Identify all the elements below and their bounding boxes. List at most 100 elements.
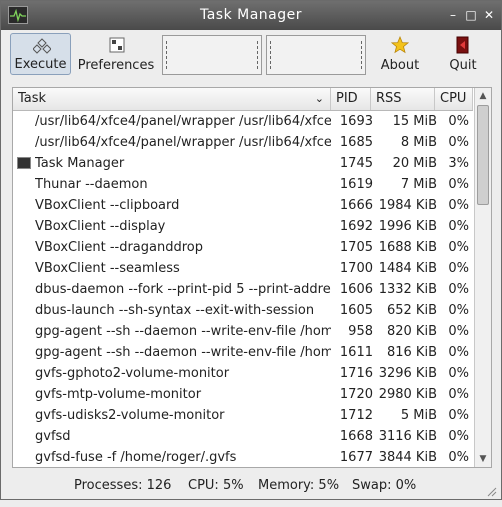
cell-cpu: 0%: [448, 366, 469, 381]
cell-rss: 1484 KiB: [378, 261, 437, 276]
cell-pid: 1605: [339, 303, 373, 318]
table-row[interactable]: dbus-daemon --fork --print-pid 5 --print…: [13, 279, 473, 300]
table-row[interactable]: gvfs-udisks2-volume-monitor 1712 5 MiB 0%: [13, 405, 473, 426]
cell-cpu: 0%: [448, 177, 469, 192]
cell-rss: 5 MiB: [400, 408, 437, 423]
cpu-meter: [162, 35, 262, 75]
cell-pid: 1716: [339, 366, 373, 381]
status-cpu: CPU: 5%: [188, 478, 244, 493]
table-body: /usr/lib64/xfce4/panel/wrapper /usr/lib6…: [13, 111, 473, 467]
vertical-scrollbar[interactable]: ▲ ▼: [474, 88, 491, 467]
table-row[interactable]: VBoxClient --display 1692 1996 KiB 0%: [13, 216, 473, 237]
cell-cpu: 3%: [448, 156, 469, 171]
table-row[interactable]: gvfsd 1668 3116 KiB 0%: [13, 426, 473, 447]
about-button[interactable]: About: [375, 33, 425, 75]
cell-task: VBoxClient --seamless: [35, 261, 180, 276]
cell-pid: 1692: [339, 219, 373, 234]
toolbar: Execute Preferences About Quit: [1, 30, 501, 80]
cell-cpu: 0%: [448, 429, 469, 444]
maximize-icon[interactable]: □: [463, 7, 479, 23]
cell-task: gvfs-mtp-volume-monitor: [35, 387, 202, 402]
table-row[interactable]: /usr/lib64/xfce4/panel/wrapper /usr/lib6…: [13, 132, 473, 153]
cell-rss: 20 MiB: [392, 156, 437, 171]
cell-task: VBoxClient --draganddrop: [35, 240, 203, 255]
column-header-cpu[interactable]: CPU: [435, 88, 473, 110]
about-label: About: [380, 58, 420, 73]
table-row[interactable]: gvfsd-fuse -f /home/roger/.gvfs 1677 3844 …: [13, 447, 473, 467]
cell-rss: 1984 KiB: [378, 198, 437, 213]
cell-cpu: 0%: [448, 219, 469, 234]
chevron-down-icon: ⌄: [314, 92, 324, 105]
cell-rss: 3296 KiB: [378, 366, 437, 381]
column-header-pid[interactable]: PID: [331, 88, 371, 110]
scroll-up-icon[interactable]: ▲: [477, 91, 489, 101]
cell-task: /usr/lib64/xfce4/panel/wrapper /usr/lib6…: [35, 135, 331, 150]
title-bar[interactable]: Task Manager – □ ✕: [1, 1, 501, 30]
table-row[interactable]: dbus-launch --sh-syntax --exit-with-sess…: [13, 300, 473, 321]
cell-task: VBoxClient --display: [35, 219, 166, 234]
cell-pid: 1611: [339, 345, 373, 360]
star-icon: [390, 35, 410, 58]
column-header-cpu-label: CPU: [440, 91, 467, 106]
column-header-rss[interactable]: RSS: [371, 88, 435, 110]
cell-rss: 3116 KiB: [378, 429, 437, 444]
quit-label: Quit: [449, 58, 477, 73]
close-icon[interactable]: ✕: [481, 7, 497, 23]
execute-button[interactable]: Execute: [10, 33, 71, 75]
scroll-down-icon[interactable]: ▼: [477, 454, 489, 464]
table-row[interactable]: gvfs-gphoto2-volume-monitor 1716 3296 KiB 0…: [13, 363, 473, 384]
cell-pid: 1712: [339, 408, 373, 423]
cell-task: gpg-agent --sh --daemon --write-env-file…: [35, 345, 331, 360]
table-row[interactable]: gpg-agent --sh --daemon --write-env-file…: [13, 321, 473, 342]
cell-task: Thunar --daemon: [35, 177, 148, 192]
table-row[interactable]: gpg-agent --sh --daemon --write-env-file…: [13, 342, 473, 363]
table-row[interactable]: Thunar --daemon 1619 7 MiB 0%: [13, 174, 473, 195]
cell-rss: 15 MiB: [392, 114, 437, 129]
cell-rss: 1332 KiB: [378, 282, 437, 297]
quit-button[interactable]: Quit: [441, 33, 485, 75]
cell-rss: 1688 KiB: [378, 240, 437, 255]
minimize-icon[interactable]: –: [445, 7, 461, 23]
column-header-task[interactable]: Task ⌄: [13, 88, 331, 110]
table-row[interactable]: VBoxClient --clipboard 1666 1984 KiB 0%: [13, 195, 473, 216]
table-row[interactable]: VBoxClient --seamless 1700 1484 KiB 0%: [13, 258, 473, 279]
status-processes: Processes: 126: [74, 478, 172, 493]
table-row[interactable]: gvfs-mtp-volume-monitor 1720 2980 KiB 0%: [13, 384, 473, 405]
cell-pid: 1745: [339, 156, 373, 171]
task-manager-icon: [17, 157, 31, 169]
memory-meter: [266, 35, 366, 75]
cell-task: VBoxClient --clipboard: [35, 198, 180, 213]
cell-cpu: 0%: [448, 240, 469, 255]
cell-cpu: 0%: [448, 345, 469, 360]
table-row[interactable]: VBoxClient --draganddrop 1705 1688 KiB 0%: [13, 237, 473, 258]
cell-pid: 1720: [339, 387, 373, 402]
status-memory: Memory: 5%: [258, 478, 340, 493]
scrollbar-thumb[interactable]: [477, 105, 489, 205]
cell-pid: 1705: [339, 240, 373, 255]
cell-rss: 8 MiB: [400, 135, 437, 150]
cell-cpu: 0%: [448, 282, 469, 297]
window-title: Task Manager: [199, 7, 303, 23]
cell-rss: 2980 KiB: [378, 387, 437, 402]
cell-pid: 1700: [339, 261, 373, 276]
table-row[interactable]: Task Manager 1745 20 MiB 3%: [13, 153, 473, 174]
quit-icon: [454, 36, 472, 58]
cell-pid: 1693: [339, 114, 373, 129]
resize-grip-icon[interactable]: [485, 481, 497, 497]
cell-cpu: 0%: [448, 198, 469, 213]
cell-pid: 958: [348, 324, 373, 339]
process-table[interactable]: Task ⌄ PID RSS CPU /usr/lib64/xfce4/pane…: [12, 87, 492, 468]
cell-pid: 1619: [339, 177, 373, 192]
task-manager-window: Task Manager – □ ✕ Execute Preferences A…: [0, 0, 502, 500]
preferences-button[interactable]: Preferences: [74, 33, 158, 75]
column-header-task-label: Task: [18, 91, 47, 106]
cell-cpu: 0%: [448, 324, 469, 339]
cell-cpu: 0%: [448, 408, 469, 423]
cell-rss: 1996 KiB: [378, 219, 437, 234]
cell-rss: 652 KiB: [386, 303, 437, 318]
table-row[interactable]: /usr/lib64/xfce4/panel/wrapper /usr/lib6…: [13, 111, 473, 132]
cell-pid: 1677: [339, 450, 373, 465]
execute-icon: [32, 38, 52, 58]
column-header-rss-label: RSS: [376, 91, 402, 106]
cell-task: dbus-daemon --fork --print-pid 5 --print…: [35, 282, 331, 297]
